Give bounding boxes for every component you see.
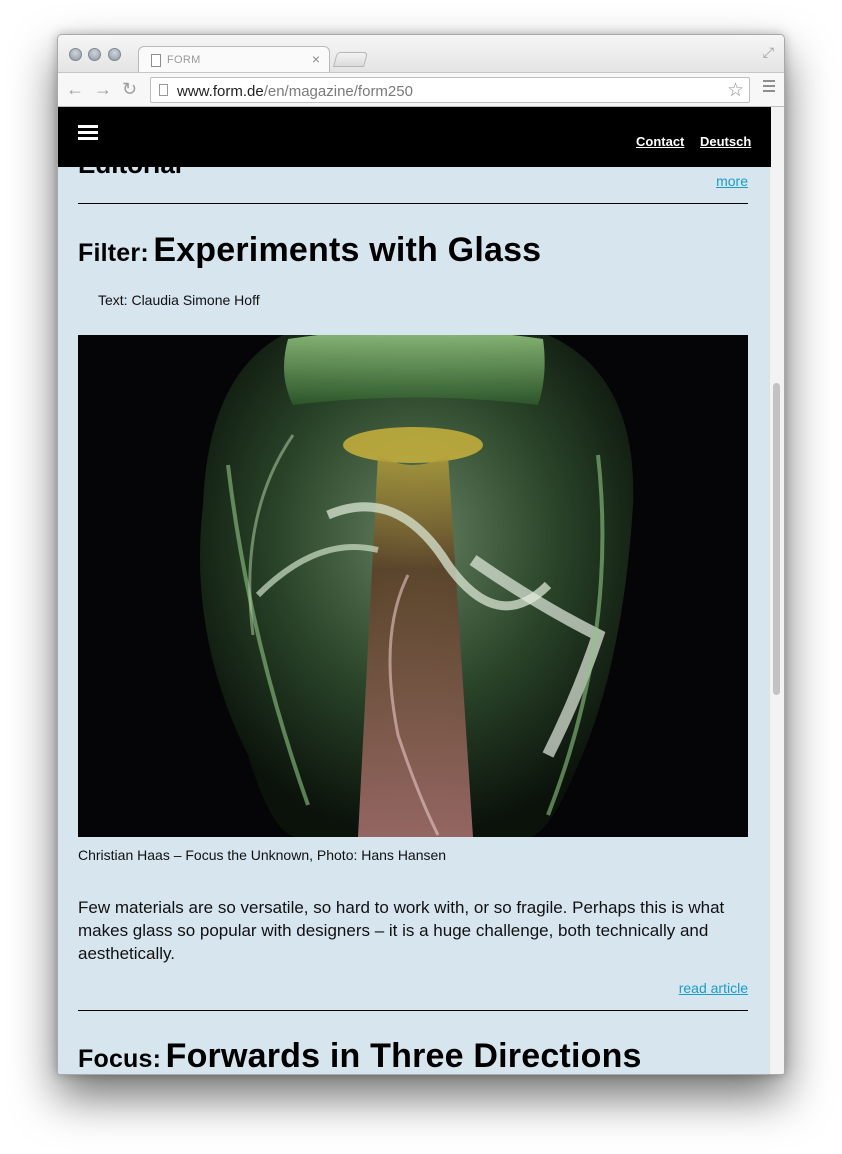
bookmark-star-icon[interactable]: ☆ bbox=[727, 79, 744, 102]
title-bar: FORM × ⤢ bbox=[58, 35, 784, 73]
fullscreen-icon[interactable]: ⤢ bbox=[763, 44, 774, 61]
article-teaser: Few materials are so versatile, so hard … bbox=[78, 898, 725, 963]
url-domain: www.form.de bbox=[177, 83, 264, 100]
browser-menu-icon[interactable] bbox=[763, 80, 775, 95]
zoom-window-button[interactable] bbox=[108, 48, 121, 61]
new-tab-button[interactable] bbox=[332, 52, 369, 67]
tab-close-icon[interactable]: × bbox=[312, 51, 320, 67]
scrollbar[interactable] bbox=[769, 107, 784, 1074]
url-text[interactable]: www.form.de/en/magazine/form250 bbox=[177, 83, 413, 100]
article-title[interactable]: Experiments with Glass bbox=[153, 231, 541, 269]
minimize-window-button[interactable] bbox=[88, 48, 101, 61]
read-article-link[interactable]: read article bbox=[679, 980, 748, 996]
site-header: Contact Deutsch bbox=[58, 107, 771, 167]
contact-link[interactable]: Contact bbox=[636, 134, 684, 149]
more-link[interactable]: more bbox=[716, 173, 748, 189]
url-path: /en/magazine/form250 bbox=[263, 83, 413, 100]
section-divider-2 bbox=[78, 1010, 748, 1011]
browser-toolbar: ← → ↻ www.form.de/en/magazine/form250 ☆ bbox=[58, 72, 784, 107]
article-byline: Text: Claudia Simone Hoff bbox=[98, 292, 260, 308]
reload-icon[interactable]: ↻ bbox=[122, 78, 137, 100]
back-arrow-icon[interactable]: ← bbox=[66, 78, 84, 100]
page-icon bbox=[159, 84, 168, 96]
next-article-heading: Focus: Forwards in Three Directions bbox=[78, 1037, 642, 1074]
glass-vase-illustration bbox=[78, 335, 748, 837]
next-article-title[interactable]: Forwards in Three Directions bbox=[166, 1037, 642, 1074]
browser-tab[interactable]: FORM × bbox=[138, 46, 330, 73]
document-icon bbox=[151, 54, 161, 67]
hamburger-menu-icon[interactable] bbox=[78, 125, 98, 143]
image-caption: Christian Haas – Focus the Unknown, Phot… bbox=[78, 847, 447, 863]
address-bar[interactable]: www.form.de/en/magazine/form250 ☆ bbox=[150, 77, 750, 103]
next-article-kicker: Focus: bbox=[78, 1045, 162, 1073]
article-kicker: Filter: bbox=[78, 239, 149, 267]
close-window-button[interactable] bbox=[69, 48, 82, 61]
language-link[interactable]: Deutsch bbox=[700, 134, 751, 149]
browser-window: FORM × ⤢ ← → ↻ www.form.de/en/magazine/f… bbox=[57, 34, 785, 1075]
forward-arrow-icon[interactable]: → bbox=[94, 78, 112, 100]
article-image[interactable] bbox=[78, 335, 748, 837]
scrollbar-thumb[interactable] bbox=[773, 383, 780, 695]
section-divider bbox=[78, 203, 748, 204]
tab-title: FORM bbox=[167, 54, 201, 66]
article-heading: Filter: Experiments with Glass bbox=[78, 231, 541, 270]
page-viewport: Editorial more Filter: Experiments with … bbox=[58, 107, 771, 1074]
